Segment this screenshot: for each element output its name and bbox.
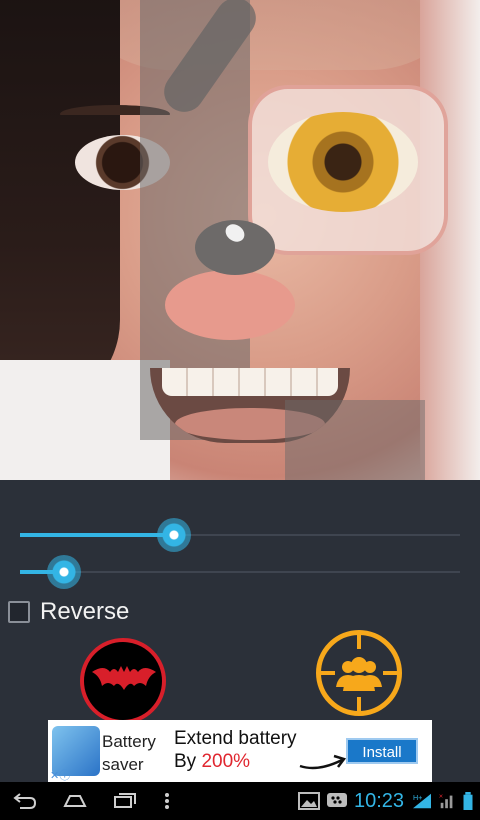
people-icon bbox=[321, 635, 397, 711]
ad-app-name-line1: Battery bbox=[102, 732, 156, 751]
faces-button[interactable] bbox=[316, 630, 402, 716]
ad-banner[interactable]: ✕ⓘ Battery saver Extend battery By 200% … bbox=[48, 720, 432, 782]
opacity-slider[interactable] bbox=[20, 515, 460, 555]
menu-icon[interactable] bbox=[162, 792, 172, 810]
size-slider[interactable] bbox=[20, 552, 460, 592]
ad-info-icon[interactable]: ✕ⓘ bbox=[50, 767, 70, 783]
slider-track bbox=[20, 571, 460, 573]
wifi-icon: H+ bbox=[413, 793, 431, 809]
photo-forehead bbox=[60, 0, 480, 70]
app-screen: Reverse ✕ⓘ Battery saver Extend battery … bbox=[0, 0, 480, 820]
svg-text:H+: H+ bbox=[413, 793, 422, 802]
bat-mask-button[interactable] bbox=[80, 638, 166, 724]
ad-app-name-line2: saver bbox=[102, 755, 144, 774]
install-button[interactable]: Install bbox=[346, 738, 418, 764]
ad-headline-highlight: 200% bbox=[201, 751, 251, 772]
bat-icon bbox=[92, 666, 156, 690]
reverse-option[interactable]: Reverse bbox=[8, 598, 129, 626]
mask-overlay-teeth bbox=[162, 368, 338, 396]
signal-icon: × bbox=[439, 792, 453, 809]
back-icon[interactable] bbox=[12, 792, 38, 810]
mask-overlay-eye bbox=[268, 112, 418, 212]
reverse-label: Reverse bbox=[40, 598, 130, 625]
mask-overlay-jaw bbox=[285, 400, 425, 480]
gallery-icon bbox=[298, 792, 320, 810]
ad-headline-prefix: By bbox=[174, 751, 202, 772]
photo-hair bbox=[0, 0, 120, 410]
system-bar: 10:23 H+ × bbox=[0, 782, 480, 820]
ad-headline-line2: By 200% bbox=[174, 751, 250, 773]
photo-preview bbox=[0, 0, 480, 480]
battery-icon bbox=[463, 792, 473, 810]
recent-apps-icon[interactable] bbox=[112, 792, 138, 810]
slider-thumb[interactable] bbox=[157, 518, 191, 552]
home-icon[interactable] bbox=[62, 792, 88, 810]
ad-headline-line1: Extend battery bbox=[174, 728, 297, 749]
slider-thumb[interactable] bbox=[47, 555, 81, 589]
slider-fill bbox=[20, 533, 174, 537]
photo-nose bbox=[165, 270, 295, 340]
reverse-checkbox[interactable] bbox=[8, 601, 30, 623]
bbm-icon bbox=[327, 793, 347, 807]
svg-text:×: × bbox=[439, 792, 443, 800]
arrow-icon bbox=[299, 754, 347, 770]
status-time: 10:23 bbox=[354, 790, 405, 812]
